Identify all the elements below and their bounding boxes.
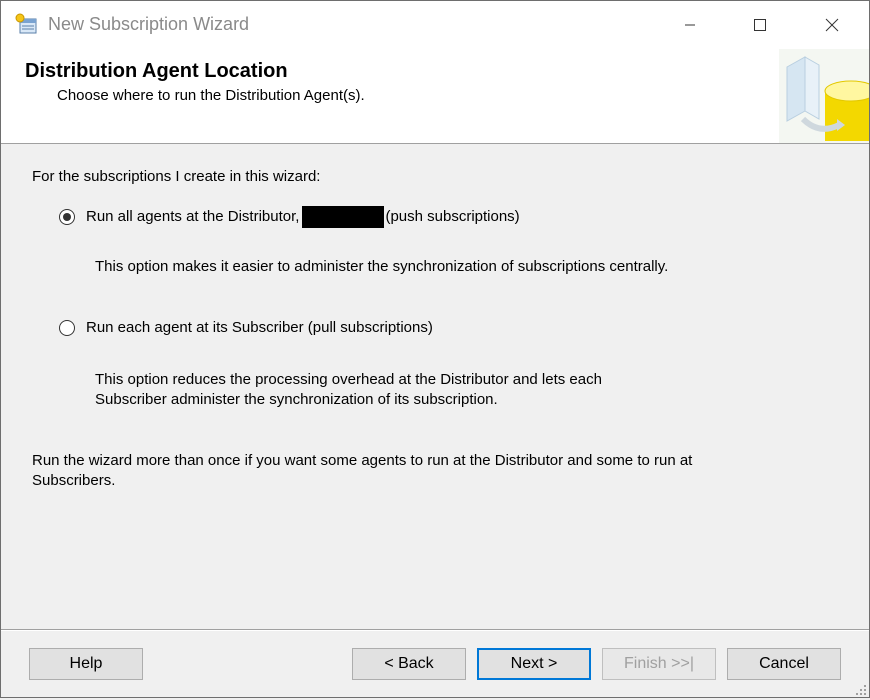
redacted-distributor-name [302,206,385,228]
maximize-icon [754,19,766,31]
wizard-header: Distribution Agent Location Choose where… [1,49,870,144]
close-button[interactable] [797,1,867,49]
pull-option[interactable]: Run each agent at its Subscriber (pull s… [59,319,433,336]
note-line1: Run the wizard more than once if you wan… [32,452,693,469]
cancel-button[interactable]: Cancel [727,648,841,680]
pull-radio[interactable] [59,319,75,336]
database-banner-icon [779,49,870,143]
resize-grip-icon[interactable] [855,683,867,695]
back-button[interactable]: < Back [352,648,466,680]
minimize-icon [685,24,695,26]
note-line2: Subscribers. [32,472,116,489]
window-title: New Subscription Wizard [48,14,250,34]
next-button[interactable]: Next > [477,648,591,680]
wizard-window: New Subscription Wizard Distribution Age… [0,0,870,698]
pull-description-line1: This option reduces the processing overh… [95,371,602,388]
push-label-suffix: (push subscriptions) [385,207,520,225]
help-button[interactable]: Help [29,648,143,680]
wizard-content: For the subscriptions I create in this w… [1,144,869,629]
close-icon [825,18,839,32]
minimize-button[interactable] [655,1,725,49]
page-title: Distribution Agent Location [25,60,288,82]
push-radio[interactable] [59,209,75,225]
pull-option-label: Run each agent at its Subscriber (pull s… [86,319,433,336]
push-label-text: Run all agents at the Distributor, [86,207,300,225]
intro-text: For the subscriptions I create in this w… [32,168,321,185]
finish-button: Finish >>| [602,648,716,680]
page-subtitle: Choose where to run the Distribution Age… [57,87,365,104]
app-icon [15,13,39,37]
maximize-button[interactable] [725,1,795,49]
button-bar-separator [1,629,869,631]
push-option-description: This option makes it easier to administe… [95,258,669,275]
pull-option-description: This option reduces the processing overh… [95,370,602,410]
push-option[interactable]: Run all agents at the Distributor, (push … [59,206,520,228]
pull-description-line2: Subscriber administer the synchronizatio… [95,391,498,408]
title-bar[interactable]: New Subscription Wizard [1,1,869,49]
push-option-label: Run all agents at the Distributor, (push … [86,206,520,228]
wizard-note: Run the wizard more than once if you wan… [32,451,792,491]
